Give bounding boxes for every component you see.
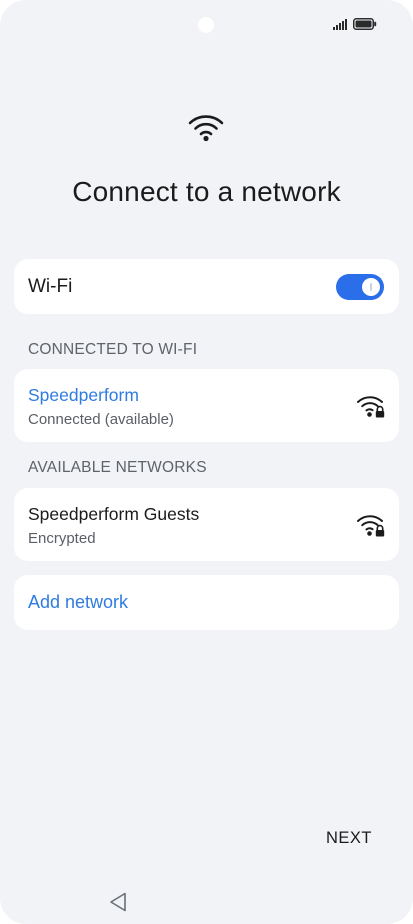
camera-cutout — [198, 17, 214, 33]
network-name: Speedperform Guests — [28, 504, 200, 524]
network-item-speedperform-guests[interactable]: Speedperform Guests Encrypted — [14, 488, 399, 561]
add-network-button[interactable]: Add network — [14, 575, 399, 630]
network-name: Speedperform — [28, 385, 139, 405]
add-network-label: Add network — [28, 592, 129, 612]
signal-icon — [333, 18, 347, 30]
battery-icon — [353, 18, 377, 30]
available-section-header: AVAILABLE NETWORKS — [28, 459, 207, 476]
next-button[interactable]: NEXT — [326, 829, 372, 848]
network-status: Encrypted — [28, 530, 96, 547]
wifi-toggle-switch[interactable] — [336, 274, 384, 300]
wifi-lock-icon — [357, 515, 385, 537]
wifi-lock-icon — [357, 396, 385, 418]
toggle-knob — [362, 278, 380, 296]
wifi-label: Wi-Fi — [28, 276, 73, 297]
wifi-toggle-row[interactable]: Wi-Fi — [14, 259, 399, 314]
page-title: Connect to a network — [72, 176, 341, 207]
network-status: Connected (available) — [28, 411, 174, 428]
wifi-icon — [188, 115, 224, 142]
status-bar — [333, 18, 377, 30]
connected-section-header: CONNECTED TO WI-FI — [28, 341, 198, 358]
back-icon[interactable] — [108, 891, 128, 913]
setup-screen: Connect to a network Wi-Fi CONNECTED TO … — [0, 0, 413, 924]
network-item-speedperform[interactable]: Speedperform Connected (available) — [14, 369, 399, 442]
